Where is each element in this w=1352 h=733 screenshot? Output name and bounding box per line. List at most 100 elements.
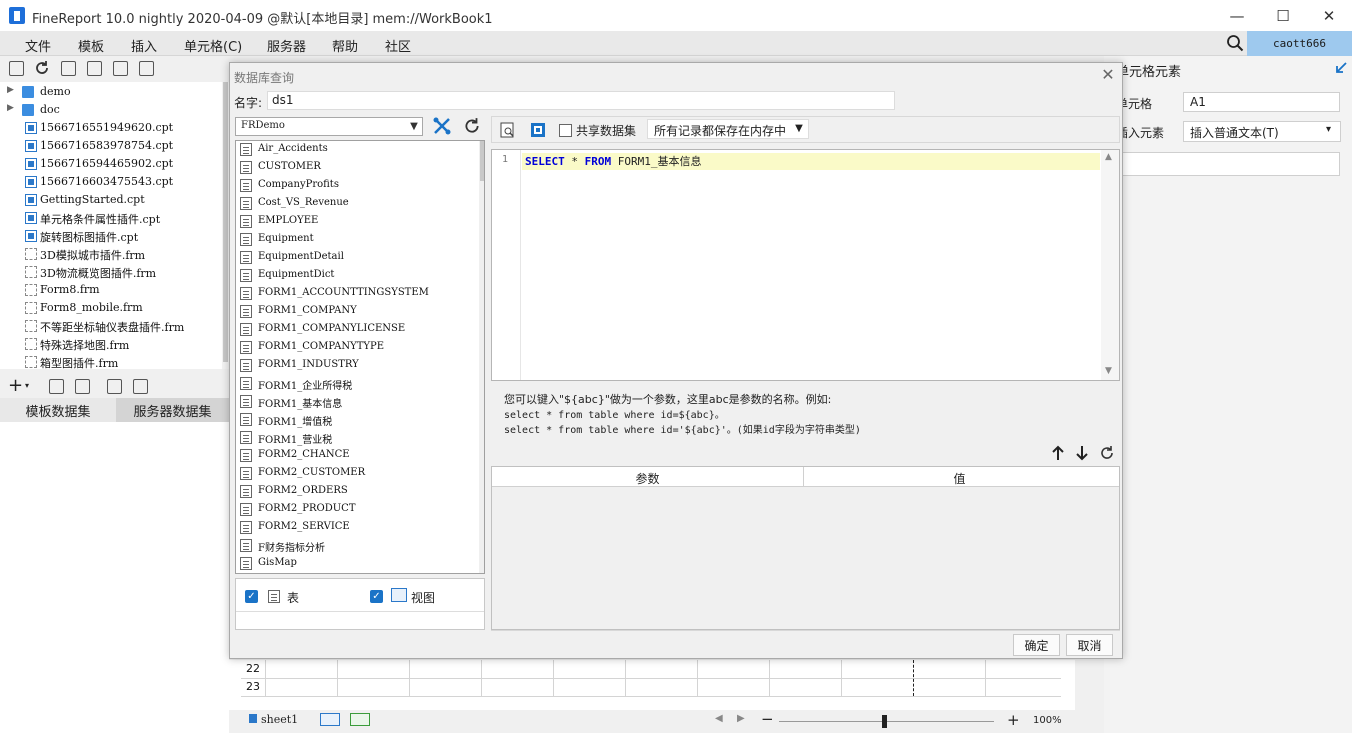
list-item[interactable]: EMPLOYEE [238,213,474,231]
list-item[interactable]: FORM1_营业税 [238,429,474,447]
list-item[interactable]: FORM1_INDUSTRY [238,357,474,375]
refresh-icon[interactable] [463,117,481,135]
list-item[interactable]: FORM1_ACCOUNTTINGSYSTEM [238,285,474,303]
menu-server[interactable]: 服务器 [267,36,306,55]
cell-field[interactable]: A1 [1183,92,1340,112]
sql-code[interactable]: SELECT * FROM FORM1_基本信息 [525,153,701,170]
tree-scrollbar[interactable] [222,82,229,369]
sql-editor[interactable]: 1 SELECT * FROM FORM1_基本信息 ▲ ▼ [491,149,1120,381]
list-item[interactable]: FORM1_COMPANY [238,303,474,321]
list-item[interactable]: FORM1_增值税 [238,411,474,429]
tree-item[interactable]: 旋转图标图插件.cpt [0,227,222,245]
edit-sql-icon[interactable] [530,122,546,138]
expand-arrow-icon[interactable]: ▶ [7,85,14,95]
menu-file[interactable]: 文件 [25,36,51,55]
list-item[interactable]: Cost_VS_Revenue [238,195,474,213]
list-item[interactable]: FORM2_SERVICE [238,519,474,537]
scroll-right-icon[interactable]: ▶ [737,713,745,724]
add-report-sheet-icon[interactable] [320,713,340,726]
list-item[interactable]: Air_Accidents [238,141,474,159]
zoom-slider-thumb[interactable] [882,715,887,728]
user-account[interactable]: caott666 [1247,31,1352,56]
scrollbar-thumb[interactable] [223,82,228,362]
cancel-button[interactable]: 取消 [1066,634,1113,656]
parameter-table[interactable]: 参数 值 [491,466,1120,630]
tree-item[interactable]: ▶ doc [0,101,222,119]
close-window-button[interactable]: ✕ [1306,0,1352,31]
tree-item[interactable]: 不等距坐标轴仪表盘插件.frm [0,317,222,335]
list-item[interactable]: FORM1_COMPANYTYPE [238,339,474,357]
list-item[interactable]: FORM2_PRODUCT [238,501,474,519]
delete-icon[interactable] [113,61,128,76]
tree-item[interactable]: 3D模拟城市插件.frm [0,245,222,263]
list-item[interactable]: Equipment [238,231,474,249]
zoom-out-icon[interactable]: − [761,710,774,728]
list-item[interactable]: EquipmentDetail [238,249,474,267]
tree-item[interactable]: Form8_mobile.frm [0,299,222,317]
tree-item[interactable]: 1566716603475543.cpt [0,173,222,191]
menu-cell[interactable]: 单元格(C) [184,36,242,55]
connection-settings-icon[interactable] [432,116,452,136]
close-icon[interactable]: ✕ [1100,67,1116,83]
chevron-down-icon[interactable]: ▼ [789,119,809,139]
tab-server-datasets[interactable]: 服务器数据集 [116,398,229,422]
list-item[interactable]: FORM1_企业所得税 [238,375,474,393]
list-item[interactable]: CompanyProfits [238,177,474,195]
tree-item[interactable]: ▶ demo [0,83,222,101]
chevron-down-icon[interactable]: ▼ [407,118,421,135]
list-item[interactable]: F财务指标分析 [238,537,474,555]
tree-item[interactable]: 1566716594465902.cpt [0,155,222,173]
move-down-icon[interactable] [1075,445,1089,461]
add-chart-sheet-icon[interactable] [350,713,370,726]
tree-item[interactable]: 特殊选择地图.frm [0,335,222,353]
tree-item[interactable]: 单元格条件属性插件.cpt [0,209,222,227]
menu-help[interactable]: 帮助 [332,36,358,55]
new-folder-icon[interactable] [9,61,24,76]
menu-insert[interactable]: 插入 [131,36,157,55]
menu-community[interactable]: 社区 [385,36,411,55]
share-dataset-checkbox[interactable] [559,124,572,137]
scroll-down-icon[interactable]: ▼ [1105,366,1112,376]
list-item[interactable]: GisMap [238,555,474,573]
copy-icon[interactable] [139,61,154,76]
tree-item[interactable]: 箱型图插件.frm [0,353,222,369]
tree-item[interactable]: 3D物流概览图插件.frm [0,263,222,281]
list-item[interactable]: CUSTOMER [238,159,474,177]
open-template-icon[interactable] [61,61,76,76]
sheet-tab[interactable]: sheet1 [261,713,298,726]
refresh-icon[interactable] [34,60,50,76]
sheet-grid[interactable] [229,660,1075,710]
tree-item[interactable]: 1566716551949620.cpt [0,119,222,137]
scroll-up-icon[interactable]: ▲ [1105,152,1112,162]
zoom-in-icon[interactable]: + [1007,711,1020,729]
delete-dataset-icon[interactable] [75,379,90,394]
tree-item[interactable]: GettingStarted.cpt [0,191,222,209]
scrollbar-thumb[interactable] [480,141,484,181]
list-item[interactable]: FORM1_COMPANYLICENSE [238,321,474,339]
expand-arrow-icon[interactable]: ▶ [7,103,14,113]
tree-item[interactable]: Form8.frm [0,281,222,299]
list-item[interactable]: FORM2_ORDERS [238,483,474,501]
add-dataset-icon[interactable]: + [8,376,23,396]
collapse-arrow-icon[interactable] [1334,61,1348,75]
edit-icon[interactable] [49,379,64,394]
connection-select[interactable]: FRDemo [235,117,423,136]
settings-icon[interactable] [87,61,102,76]
list-item[interactable]: FORM1_基本信息 [238,393,474,411]
preview-icon[interactable] [107,379,122,394]
list-item[interactable]: EquipmentDict [238,267,474,285]
show-tables-checkbox[interactable]: ✓ [245,590,258,603]
table-list-scrollbar[interactable] [479,141,484,573]
maximize-button[interactable]: ☐ [1260,0,1306,31]
connection-icon[interactable] [133,379,148,394]
refresh-params-icon[interactable] [1099,445,1115,461]
tab-template-datasets[interactable]: 模板数据集 [0,398,116,422]
list-item[interactable]: FORM2_CHANCE [238,447,474,465]
chevron-down-icon[interactable]: ▾ [1326,124,1331,135]
menu-template[interactable]: 模板 [78,36,104,55]
list-item[interactable]: FORM2_CUSTOMER [238,465,474,483]
insert-element-select[interactable]: 插入普通文本(T) [1183,121,1341,142]
dataset-name-input[interactable]: ds1 [267,91,895,110]
editor-scrollbar[interactable]: ▲ ▼ [1101,150,1119,380]
search-icon[interactable] [1226,34,1244,52]
